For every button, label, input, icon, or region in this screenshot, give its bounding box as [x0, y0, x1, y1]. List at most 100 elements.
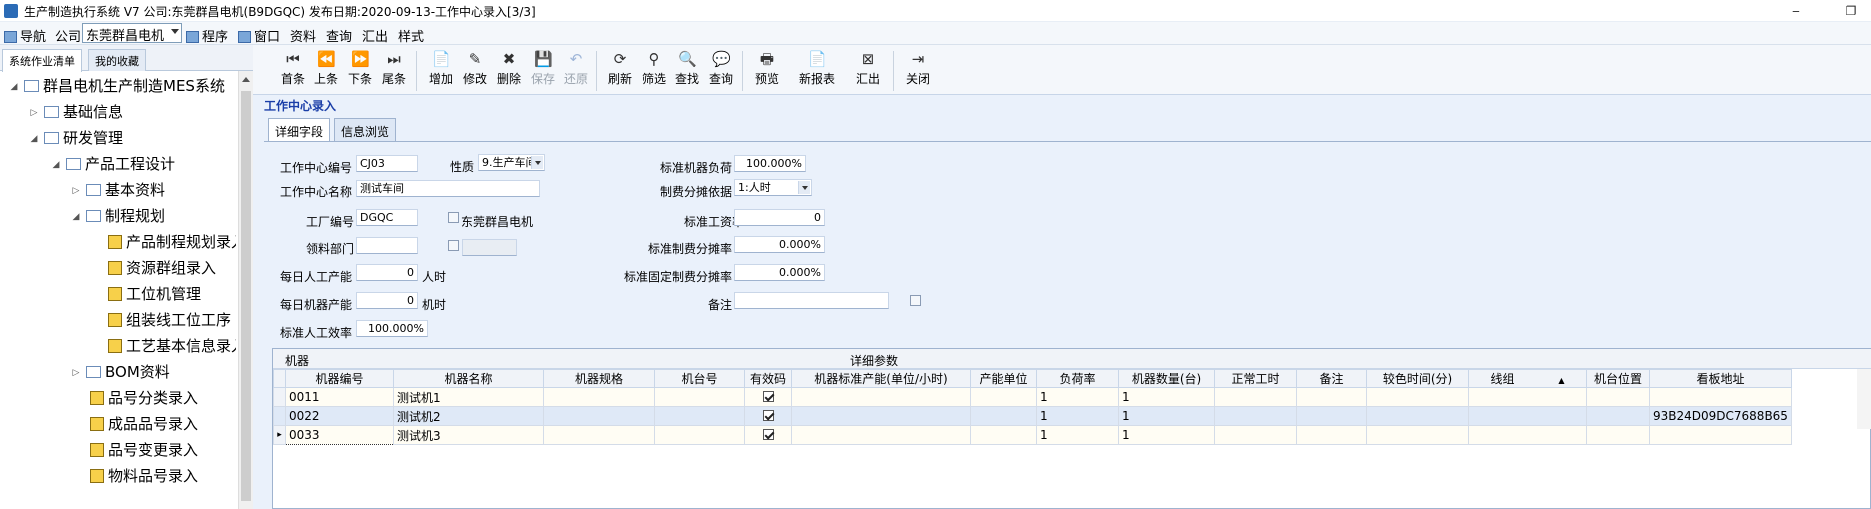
- column-header[interactable]: 机器数量(台): [1118, 369, 1215, 388]
- tree-leaf[interactable]: 品号分类录入: [86, 385, 198, 411]
- tree-scrollbar[interactable]: [238, 71, 253, 509]
- cell-valid[interactable]: [744, 425, 792, 445]
- menu-nav[interactable]: 导航: [4, 26, 46, 45]
- column-header[interactable]: 机台位置: [1586, 369, 1650, 388]
- std-labor-eff-input[interactable]: 100.000%: [356, 320, 428, 337]
- cell-machine-qty[interactable]: 1: [1118, 425, 1215, 445]
- column-header[interactable]: 机台号: [654, 369, 745, 388]
- cell-machine-no[interactable]: [654, 387, 745, 407]
- cell-valid[interactable]: [744, 387, 792, 407]
- tree-leaf[interactable]: 组装线工位工序: [104, 307, 231, 333]
- table-row[interactable]: ▸ 0033 测试机3 1 1: [273, 425, 1792, 445]
- cell-normal-hours[interactable]: [1214, 387, 1297, 407]
- table-row[interactable]: 0022 测试机2 1 1 93B24D09DC7688B65: [273, 406, 1792, 426]
- company-select[interactable]: 东莞群昌电机: [82, 23, 182, 43]
- tree-node[interactable]: ▷ 基础信息: [28, 99, 123, 125]
- cell-machine-qty[interactable]: 1: [1118, 406, 1215, 426]
- minimize-button[interactable]: ‒: [1781, 1, 1811, 21]
- remark-input[interactable]: [734, 292, 889, 309]
- current-row-indicator[interactable]: ▸: [273, 425, 286, 445]
- column-header[interactable]: 备注: [1296, 369, 1367, 388]
- cell-line-group[interactable]: [1468, 387, 1587, 407]
- cell-machine-code[interactable]: 0022: [285, 406, 394, 426]
- nature-select[interactable]: 9.生产车间: [478, 154, 545, 171]
- checkbox-checked[interactable]: [762, 429, 774, 440]
- checkbox-checked[interactable]: [762, 410, 774, 421]
- checkbox-checked[interactable]: [762, 391, 774, 402]
- cell-std-capacity[interactable]: [791, 425, 971, 445]
- tree-node[interactable]: ◢ 产品工程设计: [50, 151, 175, 177]
- tab-system-jobs[interactable]: 系统作业清单: [2, 49, 82, 72]
- daily-machine-cap-input[interactable]: 0: [356, 292, 418, 309]
- tree-leaf[interactable]: 成品品号录入: [86, 411, 198, 437]
- column-header[interactable]: 线组 ▲: [1468, 369, 1587, 388]
- tree-leaf[interactable]: 品号变更录入: [86, 437, 198, 463]
- cell-valid[interactable]: [744, 406, 792, 426]
- std-overhead-rate-input[interactable]: 0.000%: [734, 236, 825, 253]
- cell-std-capacity[interactable]: [791, 406, 971, 426]
- cell-machine-name[interactable]: 测试机3: [393, 425, 544, 445]
- cell-capacity-unit[interactable]: [970, 406, 1037, 426]
- daily-labor-cap-input[interactable]: 0: [356, 264, 418, 281]
- cell-remark[interactable]: [1296, 387, 1367, 407]
- tree-node[interactable]: ▷ BOM资料: [70, 359, 170, 385]
- column-header[interactable]: 看板地址: [1649, 369, 1792, 388]
- cell-normal-hours[interactable]: [1214, 425, 1297, 445]
- tab-info-browse[interactable]: 信息浏览: [334, 118, 397, 141]
- cell-kanban-address[interactable]: 93B24D09DC7688B65: [1649, 406, 1792, 426]
- cell-kanban-address[interactable]: [1649, 425, 1792, 445]
- export-button[interactable]: ⊠ 汇出: [848, 48, 888, 94]
- cell-line-group[interactable]: [1468, 406, 1587, 426]
- undo-button[interactable]: ↶ 还原: [556, 48, 596, 94]
- column-header[interactable]: 机器编号: [285, 369, 394, 388]
- restore-button[interactable]: ❐: [1836, 1, 1866, 21]
- cell-machine-position[interactable]: [1586, 425, 1650, 445]
- cell-load-rate[interactable]: 1: [1036, 425, 1119, 445]
- tab-detail-fields[interactable]: 详细字段: [268, 118, 331, 142]
- scroll-thumb[interactable]: [241, 91, 251, 501]
- cell-kanban-address[interactable]: [1649, 387, 1792, 407]
- tree-node[interactable]: ◢ 制程规划: [70, 203, 165, 229]
- menu-data[interactable]: 资料: [290, 26, 316, 45]
- tree-leaf[interactable]: 工位机管理: [104, 281, 201, 307]
- cell-capacity-unit[interactable]: [970, 425, 1037, 445]
- column-header[interactable]: 较色时间(分): [1366, 369, 1469, 388]
- column-header[interactable]: 有效码: [744, 369, 792, 388]
- cell-std-capacity[interactable]: [791, 387, 971, 407]
- query-button[interactable]: 💬 查询: [701, 48, 741, 94]
- column-header[interactable]: 产能单位: [970, 369, 1037, 388]
- wc-code-input[interactable]: CJ03: [356, 155, 418, 172]
- table-row[interactable]: 0011 测试机1 1 1: [273, 387, 1792, 407]
- cell-normal-hours[interactable]: [1214, 406, 1297, 426]
- cell-machine-spec[interactable]: [543, 425, 655, 445]
- tree-leaf[interactable]: 资源群组录入: [104, 255, 216, 281]
- row-indicator[interactable]: [273, 406, 286, 426]
- column-header[interactable]: 机器规格: [543, 369, 655, 388]
- cell-machine-position[interactable]: [1586, 387, 1650, 407]
- cell-machine-no[interactable]: [654, 425, 745, 445]
- factory-code-input[interactable]: DGQC: [356, 209, 418, 226]
- tree-leaf[interactable]: 物料品号录入: [86, 463, 198, 489]
- tree-leaf[interactable]: 产品制程规划录入: [104, 229, 236, 255]
- menu-window[interactable]: 窗口: [238, 26, 280, 45]
- lookup-icon[interactable]: [448, 212, 459, 223]
- tree-node[interactable]: ◢ 群昌电机生产制造MES系统: [8, 73, 225, 99]
- cell-remark[interactable]: [1296, 425, 1367, 445]
- menu-export[interactable]: 汇出: [362, 26, 388, 45]
- tree-leaf[interactable]: 工艺基本信息录入: [104, 333, 236, 359]
- cell-load-rate[interactable]: 1: [1036, 406, 1119, 426]
- cell-machine-spec[interactable]: [543, 406, 655, 426]
- tab-favorites[interactable]: 我的收藏: [88, 49, 146, 71]
- cell-machine-spec[interactable]: [543, 387, 655, 407]
- wc-name-input[interactable]: 测试车间: [356, 180, 540, 197]
- cell-line-group[interactable]: [1468, 425, 1587, 445]
- grid-scrollbar[interactable]: [1857, 369, 1871, 429]
- cell-machine-no[interactable]: [654, 406, 745, 426]
- cell-color-time[interactable]: [1366, 406, 1469, 426]
- lookup-icon[interactable]: [448, 240, 459, 251]
- dept-input[interactable]: [356, 237, 418, 254]
- column-header[interactable]: 正常工时: [1214, 369, 1297, 388]
- cell-machine-code[interactable]: 0011: [285, 387, 394, 407]
- column-header[interactable]: 负荷率: [1036, 369, 1119, 388]
- menu-query[interactable]: 查询: [326, 26, 352, 45]
